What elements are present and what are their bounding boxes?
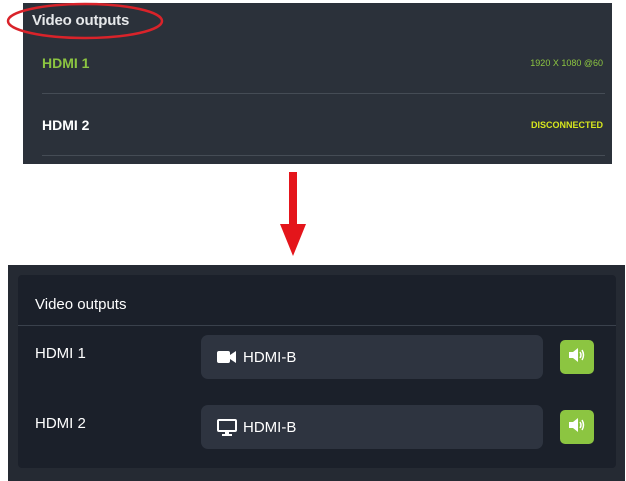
source-select[interactable]: HDMI-B: [201, 405, 543, 449]
new-video-outputs-panel: Video outputs HDMI 1 HDMI-B HDMI 2 HDMI-…: [18, 275, 616, 468]
speaker-icon: [568, 347, 586, 368]
down-arrow-icon: [280, 172, 306, 256]
new-ui-frame: Video outputs HDMI 1 HDMI-B HDMI 2 HDMI-…: [8, 265, 625, 481]
output-row-hdmi1: HDMI 1 HDMI-B: [18, 335, 616, 383]
output-name: HDMI 1: [35, 345, 86, 362]
old-output-row-hdmi1[interactable]: HDMI 1 1920 X 1080 @60: [42, 32, 605, 94]
output-row-hdmi2: HDMI 2 HDMI-B: [18, 405, 616, 453]
audio-toggle-button[interactable]: [560, 410, 594, 444]
old-video-outputs-panel: Video outputs HDMI 1 1920 X 1080 @60 HDM…: [6, 2, 612, 164]
divider: [18, 325, 616, 326]
old-output-status: 1920 X 1080 @60: [530, 57, 603, 68]
speaker-icon: [568, 417, 586, 438]
old-output-name: HDMI 1: [42, 54, 90, 71]
video-camera-icon: [217, 349, 237, 365]
output-name: HDMI 2: [35, 415, 86, 432]
source-value: HDMI-B: [243, 348, 297, 366]
old-output-name: HDMI 2: [42, 116, 90, 133]
source-select[interactable]: HDMI-B: [201, 335, 543, 379]
monitor-icon: [217, 418, 237, 436]
source-value: HDMI-B: [243, 418, 297, 436]
audio-toggle-button[interactable]: [560, 340, 594, 374]
old-output-status: DISCONNECTED: [530, 119, 603, 130]
new-panel-title: Video outputs: [35, 296, 127, 313]
old-output-row-hdmi2[interactable]: HDMI 2 DISCONNECTED: [42, 94, 605, 156]
